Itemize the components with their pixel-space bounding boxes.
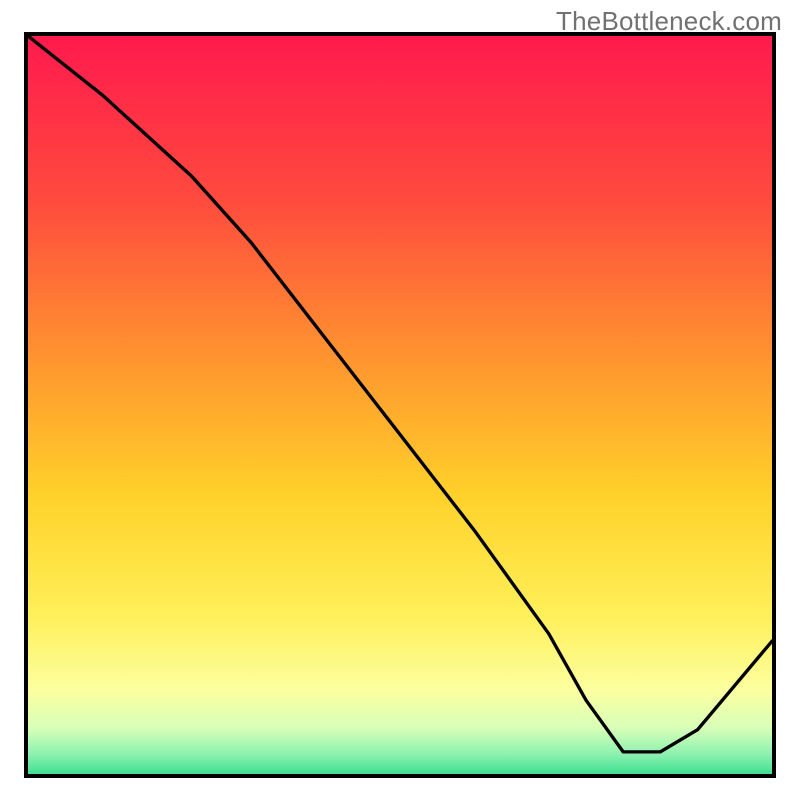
chart-frame	[24, 32, 776, 778]
chart-line	[28, 36, 772, 774]
